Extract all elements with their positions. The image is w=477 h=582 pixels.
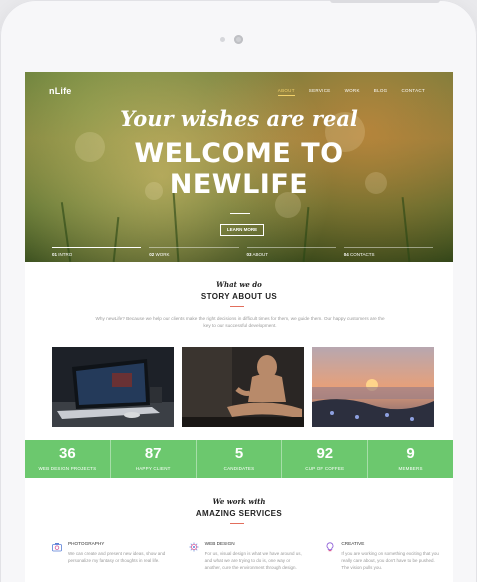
stat-label: HAPPY CLIENT: [135, 466, 171, 471]
stat-value: 87: [144, 445, 162, 462]
stat-label: WEB DESIGN PROJECTS: [38, 466, 97, 471]
step-number: 02: [149, 252, 155, 257]
step-work[interactable]: 02 WORK: [149, 247, 239, 257]
step-label: ABOUT: [252, 252, 269, 257]
nav-about[interactable]: ABOUT: [277, 88, 295, 96]
services-accent-line: [230, 523, 244, 524]
nav-work[interactable]: WORK: [345, 88, 360, 96]
service-creative: CREATIVE If you are working on something…: [325, 541, 442, 571]
services-script-heading: We work with: [212, 497, 266, 506]
tablet-camera: [234, 35, 243, 44]
sunset-photo: [312, 347, 434, 427]
hero-tagline: Your wishes are real: [120, 106, 358, 131]
stat-cup-of-coffee: 92 CUP OF COFFEE: [282, 440, 369, 478]
stat-members: 9 MEMBERS: [368, 440, 453, 478]
lightbulb-icon: [326, 542, 334, 552]
step-number: 01: [52, 252, 58, 257]
stat-value: 5: [234, 445, 244, 462]
nav-blog[interactable]: BLOG: [374, 88, 388, 96]
yoga-photo: [182, 347, 304, 427]
service-title: WEB DESIGN: [204, 541, 235, 546]
camera-icon: [52, 543, 62, 552]
stat-label: CANDIDATES: [223, 466, 255, 471]
service-photography: PHOTOGRAPHY We can create and present ne…: [52, 541, 169, 571]
tablet-sensor: [220, 37, 225, 42]
hero-divider: [230, 213, 250, 214]
about-text: Why newLife? Because we help our clients…: [95, 316, 385, 328]
site-logo[interactable]: nLife: [49, 86, 72, 96]
hero-title: WELCOME TO NEWLIFE: [25, 138, 453, 200]
step-number: 03: [246, 252, 252, 257]
step-label: CONTACTS: [350, 252, 375, 257]
hero-slider-steps: 01 INTRO 02 WORK 03 ABOUT 04 CONTACTS: [52, 247, 433, 257]
gear-icon: [189, 542, 199, 552]
tablet-edge: [330, 0, 440, 3]
main-nav: ABOUT SERVICE WORK BLOG CONTACT: [277, 88, 425, 96]
nav-contact[interactable]: CONTACT: [401, 88, 425, 96]
stats-bar: 36 WEB DESIGN PROJECTS 87 HAPPY CLIENT 5…: [25, 440, 453, 478]
hero-section: nLife ABOUT SERVICE WORK BLOG CONTACT Yo…: [25, 72, 453, 262]
service-text: For us, visual design is what we have ar…: [204, 551, 302, 570]
about-title: STORY ABOUT US: [200, 292, 278, 301]
stat-label: MEMBERS: [398, 466, 423, 471]
step-about[interactable]: 03 ABOUT: [246, 247, 336, 257]
service-text: If you are working on something exciting…: [341, 551, 439, 570]
stat-web-design-projects: 36 WEB DESIGN PROJECTS: [25, 440, 111, 478]
stat-value: 92: [316, 445, 334, 462]
step-number: 04: [343, 252, 349, 257]
stat-label: CUP OF COFFEE: [305, 466, 345, 471]
learn-more-button[interactable]: LEARN MORE: [220, 224, 264, 236]
about-script-heading: What we do: [216, 280, 262, 289]
hero-title-line-1: WELCOME TO: [134, 138, 344, 169]
step-contacts[interactable]: 04 CONTACTS: [343, 247, 433, 257]
service-title: PHOTOGRAPHY: [68, 541, 105, 546]
stat-happy-client: 87 HAPPY CLIENT: [111, 440, 197, 478]
services-list: PHOTOGRAPHY We can create and present ne…: [52, 541, 442, 571]
step-label: INTRO: [58, 252, 73, 257]
laptop-photo: [52, 347, 174, 427]
step-intro[interactable]: 01 INTRO: [52, 247, 142, 257]
stat-value: 9: [406, 445, 415, 462]
service-title: CREATIVE: [341, 541, 365, 546]
service-text: We can create and present new ideas, sho…: [68, 551, 166, 563]
stat-value: 36: [59, 445, 76, 462]
step-label: WORK: [155, 252, 170, 257]
about-accent-line: [230, 306, 244, 307]
website-screen: nLife ABOUT SERVICE WORK BLOG CONTACT Yo…: [25, 72, 453, 582]
nav-service[interactable]: SERVICE: [309, 88, 331, 96]
service-web-design: WEB DESIGN For us, visual design is what…: [189, 541, 306, 571]
hero-title-line-2: NEWLIFE: [169, 169, 309, 200]
stat-candidates: 5 CANDIDATES: [197, 440, 283, 478]
services-title: AMAZING SERVICES: [195, 509, 283, 518]
